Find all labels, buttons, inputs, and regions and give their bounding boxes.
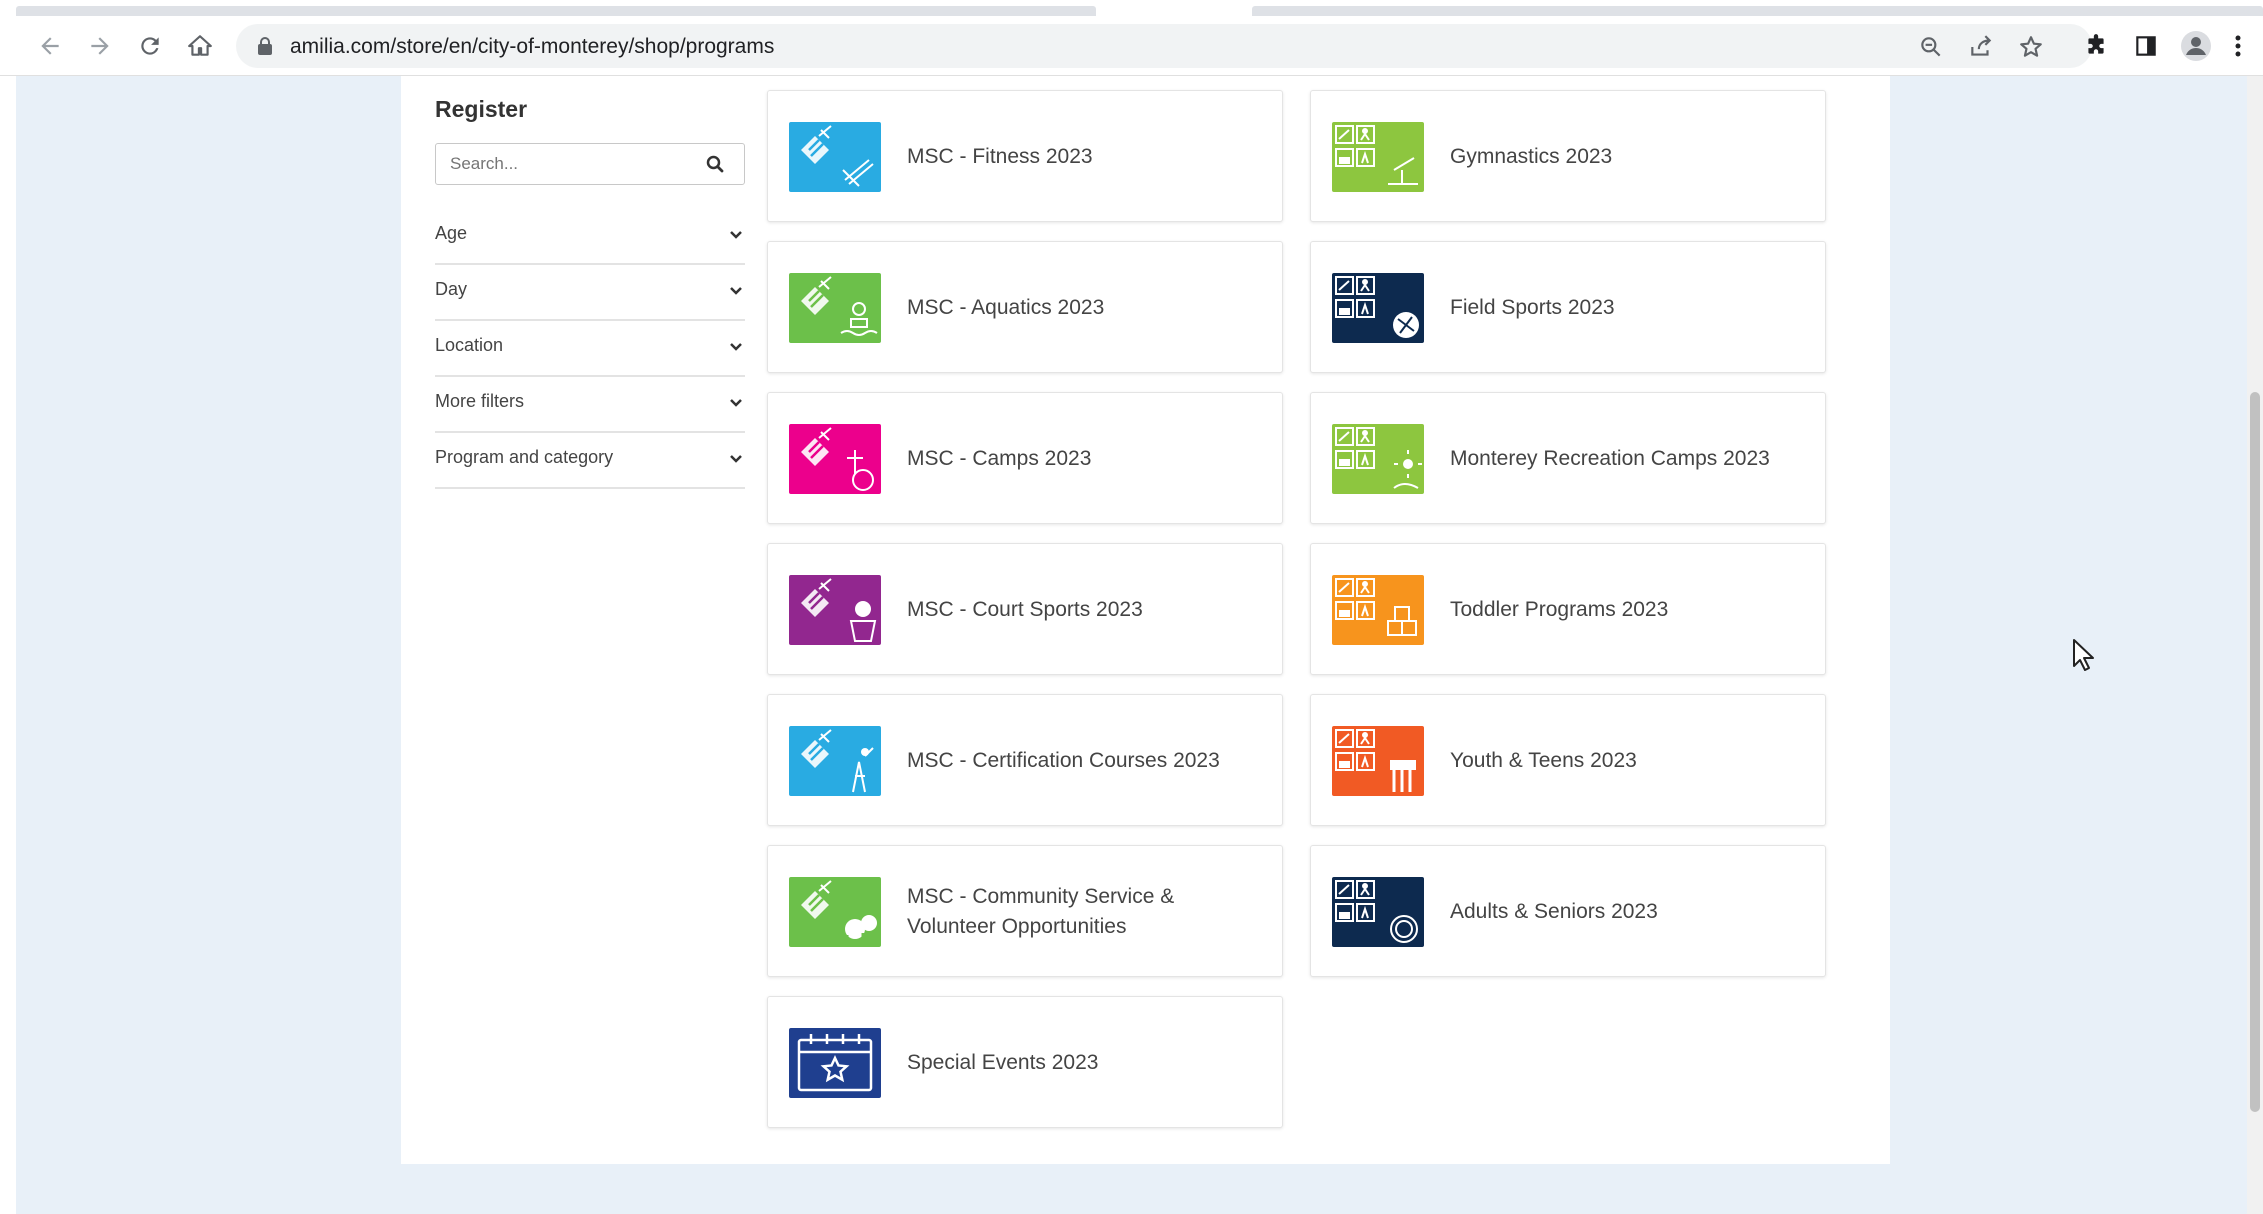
certification-icon xyxy=(789,726,881,796)
program-card-msc-fitness-2023[interactable]: MSC - Fitness 2023 xyxy=(767,90,1283,222)
court-sports-icon xyxy=(789,575,881,645)
calendar-star-icon xyxy=(789,1028,881,1098)
program-card-title: MSC - Aquatics 2023 xyxy=(907,296,1105,319)
filter-label: Location xyxy=(435,335,504,355)
camps-icon xyxy=(789,424,881,494)
program-card-title: Field Sports 2023 xyxy=(1450,296,1615,319)
tab-strip xyxy=(0,0,2263,16)
filter-age[interactable]: Age xyxy=(435,209,745,265)
scrollbar-thumb[interactable] xyxy=(2250,392,2260,1112)
filter-location[interactable]: Location xyxy=(435,321,745,377)
page-background: Register Age Day Location More filters Progr… xyxy=(16,76,2263,1214)
reload-icon[interactable] xyxy=(132,28,168,64)
forward-icon[interactable] xyxy=(82,28,118,64)
program-card-title: MSC - Community Service & Volunteer Oppo… xyxy=(907,885,1175,938)
filter-day[interactable]: Day xyxy=(435,265,745,321)
program-card-title: MSC - Camps 2023 xyxy=(907,447,1092,470)
filter-label: Day xyxy=(435,279,468,299)
search-icon[interactable] xyxy=(706,155,724,178)
address-bar[interactable]: amilia.com/store/en/city-of-monterey/sho… xyxy=(236,24,2092,68)
program-card-title: MSC - Certification Courses 2023 xyxy=(907,749,1220,772)
program-card-title: Gymnastics 2023 xyxy=(1450,145,1613,168)
browser-tab[interactable] xyxy=(16,6,1096,16)
youth-icon xyxy=(1332,726,1424,796)
back-icon[interactable] xyxy=(32,28,68,64)
chevron-down-icon xyxy=(729,395,743,413)
program-card-title: Monterey Recreation Camps 2023 xyxy=(1450,447,1770,470)
aquatics-icon xyxy=(789,273,881,343)
program-card-msc-court-sports-2023[interactable]: MSC - Court Sports 2023 xyxy=(767,543,1283,675)
program-card-msc-camps-2023[interactable]: MSC - Camps 2023 xyxy=(767,392,1283,524)
filter-label: Age xyxy=(435,223,468,243)
program-card-msc-aquatics-2023[interactable]: MSC - Aquatics 2023 xyxy=(767,241,1283,373)
fitness-icon xyxy=(789,122,881,192)
program-card-msc-certification-courses-2023[interactable]: MSC - Certification Courses 2023 xyxy=(767,694,1283,826)
lock-icon[interactable] xyxy=(256,36,274,61)
menu-icon[interactable] xyxy=(2226,28,2250,64)
program-card-title: Toddler Programs 2023 xyxy=(1450,598,1669,621)
home-icon[interactable] xyxy=(182,28,218,64)
filter-sidebar: Register Age Day Location More filters Progr… xyxy=(435,96,745,489)
adults-icon xyxy=(1332,877,1424,947)
program-card-monterey-recreation-camps-2023[interactable]: Monterey Recreation Camps 2023 xyxy=(1310,392,1826,524)
browser-tab[interactable] xyxy=(1252,6,2263,16)
search-input[interactable] xyxy=(436,144,696,184)
program-card-youth-and-teens-2023[interactable]: Youth & Teens 2023 xyxy=(1310,694,1826,826)
program-card-toddler-programs-2023[interactable]: Toddler Programs 2023 xyxy=(1310,543,1826,675)
program-card-title: Adults & Seniors 2023 xyxy=(1450,900,1658,923)
program-card-title: MSC - Fitness 2023 xyxy=(907,145,1093,168)
search-box xyxy=(435,143,745,185)
mouse-cursor-icon xyxy=(2072,638,2096,677)
filter-label: More filters xyxy=(435,391,525,411)
filter-program-and-category[interactable]: Program and category xyxy=(435,433,745,489)
sidepanel-icon[interactable] xyxy=(2128,28,2164,64)
program-card-special-events-2023[interactable]: Special Events 2023 xyxy=(767,996,1283,1128)
chevron-down-icon xyxy=(729,339,743,357)
sidebar-title: Register xyxy=(435,96,528,122)
store-panel: Register Age Day Location More filters Progr… xyxy=(401,76,1890,1164)
program-card-msc-community-service-and-volunteer-opportunities[interactable]: MSC - Community Service & Volunteer Oppo… xyxy=(767,845,1283,977)
program-card-title: Special Events 2023 xyxy=(907,1051,1099,1074)
chevron-down-icon xyxy=(729,283,743,301)
gymnastics-icon xyxy=(1332,122,1424,192)
rec-camps-icon xyxy=(1332,424,1424,494)
browser-toolbar: amilia.com/store/en/city-of-monterey/sho… xyxy=(0,16,2263,76)
profile-icon[interactable] xyxy=(2178,28,2214,64)
extensions-icon[interactable] xyxy=(2078,28,2114,64)
zoom-icon[interactable] xyxy=(1918,34,1944,60)
program-card-field-sports-2023[interactable]: Field Sports 2023 xyxy=(1310,241,1826,373)
page-scrollbar[interactable] xyxy=(2247,76,2263,1214)
program-card-title: Youth & Teens 2023 xyxy=(1450,749,1637,772)
chevron-down-icon xyxy=(729,227,743,245)
filter-more-filters[interactable]: More filters xyxy=(435,377,745,433)
chevron-down-icon xyxy=(729,451,743,469)
community-icon xyxy=(789,877,881,947)
program-card-gymnastics-2023[interactable]: Gymnastics 2023 xyxy=(1310,90,1826,222)
field-sports-icon xyxy=(1332,273,1424,343)
url-text[interactable]: amilia.com/store/en/city-of-monterey/sho… xyxy=(290,35,774,59)
filter-label: Program and category xyxy=(435,447,614,467)
program-card-title: MSC - Court Sports 2023 xyxy=(907,598,1143,621)
program-card-adults-and-seniors-2023[interactable]: Adults & Seniors 2023 xyxy=(1310,845,1826,977)
toddler-icon xyxy=(1332,575,1424,645)
share-icon[interactable] xyxy=(1968,34,1994,60)
star-icon[interactable] xyxy=(2018,34,2044,60)
